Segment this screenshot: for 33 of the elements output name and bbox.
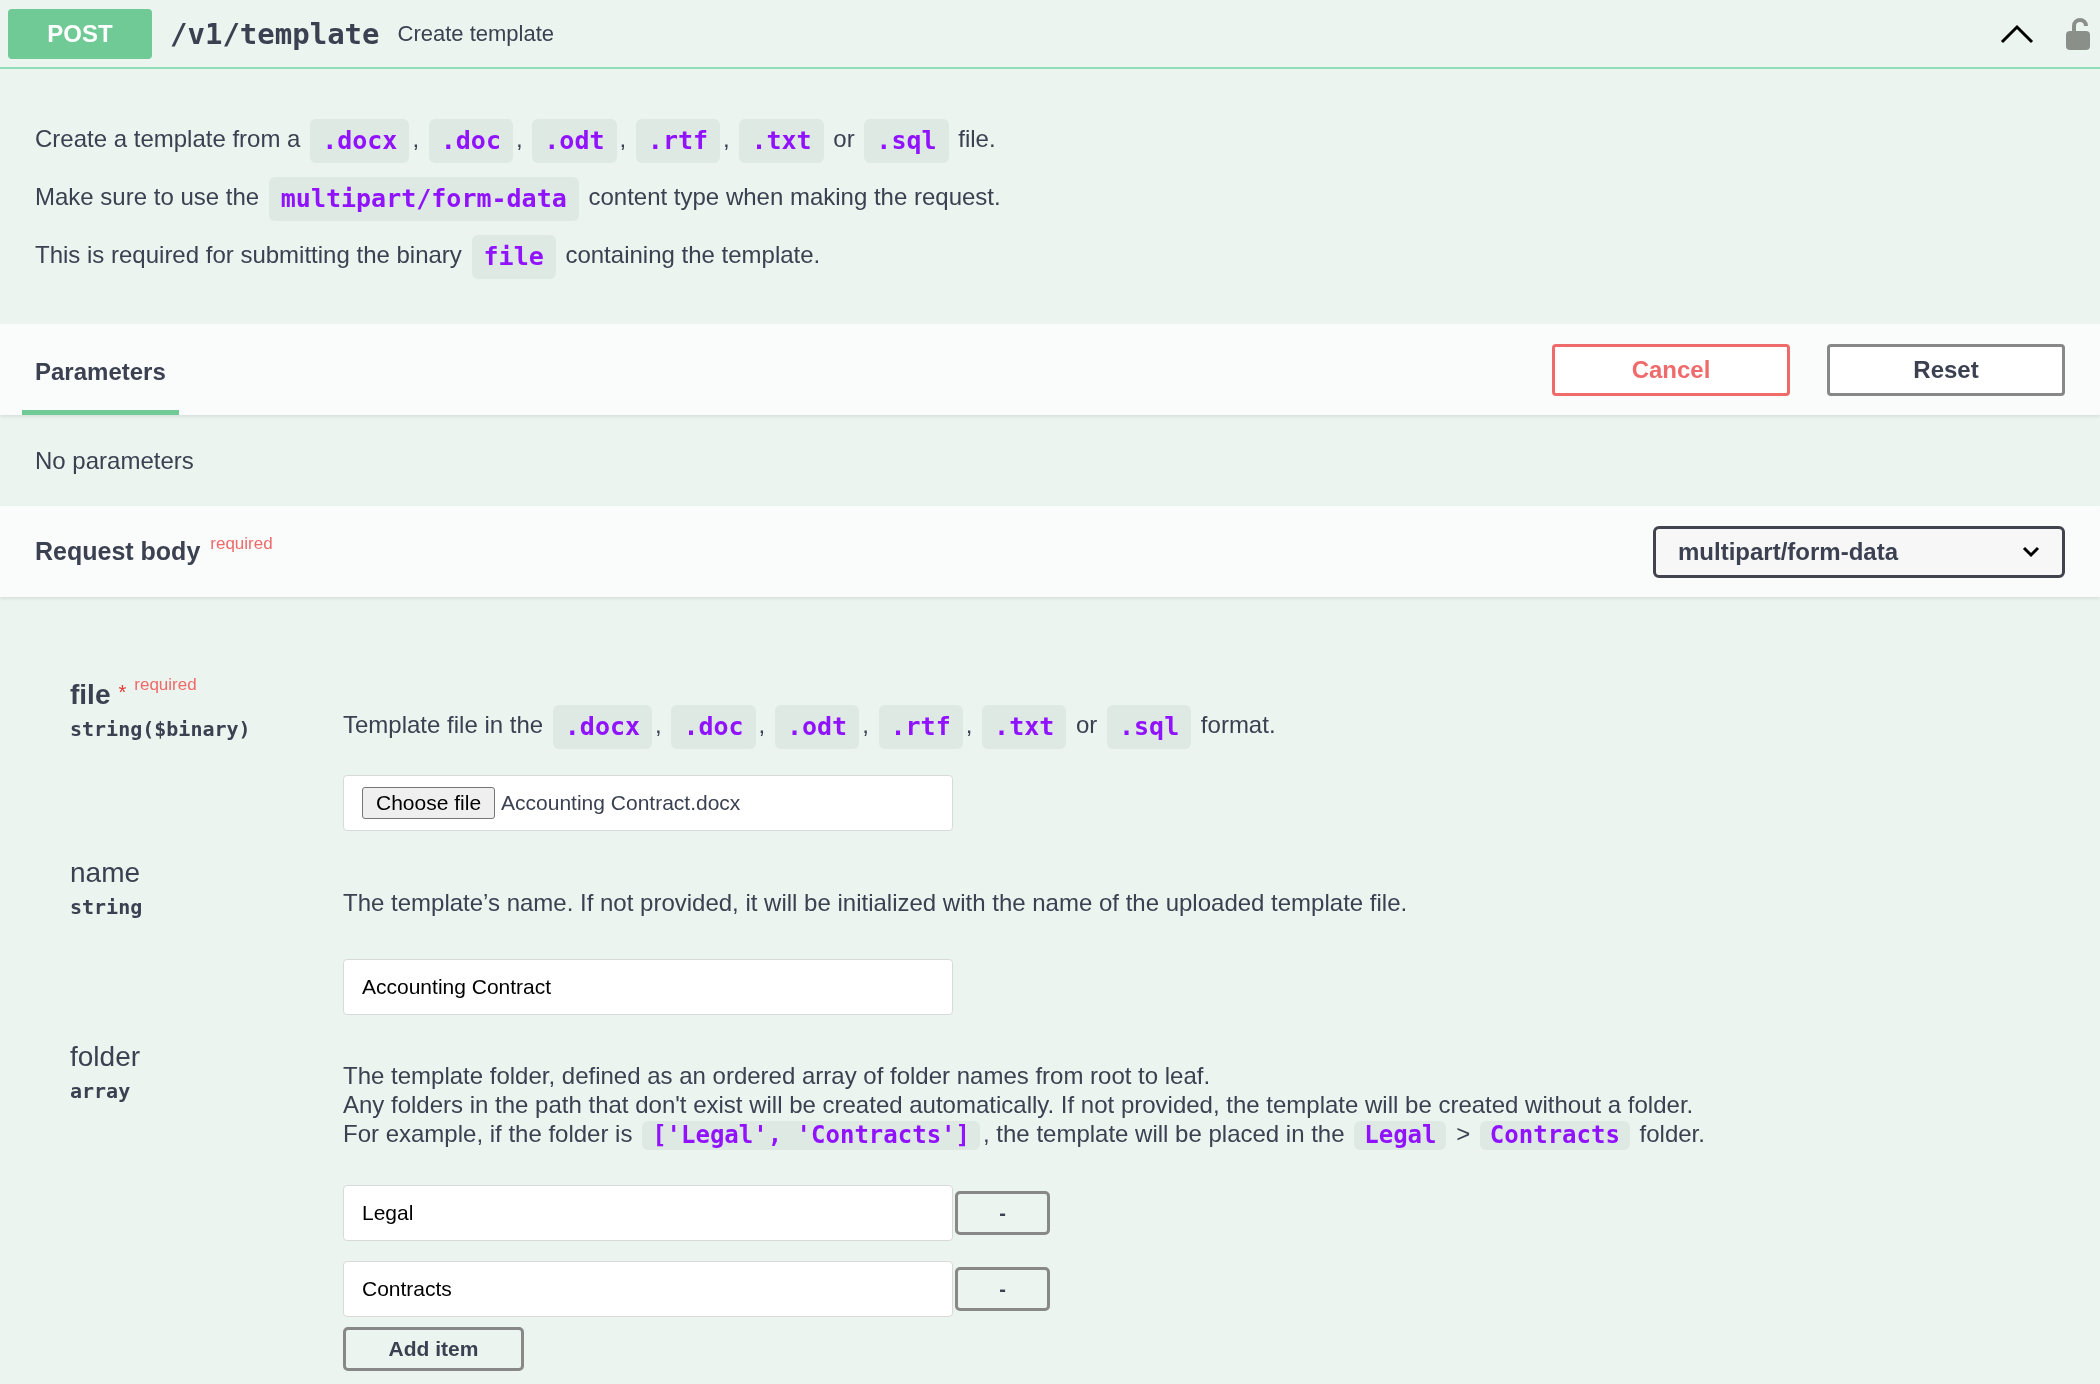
required-label: required [134,675,197,695]
method-badge: POST [8,8,152,59]
file-input-field[interactable]: Choose file Accounting Contract.docx [343,775,953,831]
field-description: Template file in the .docx , .doc , .odt , .rtf , .txt or .sql format. [343,701,2043,749]
reset-button[interactable]: Reset [1827,343,2065,396]
content-type-select[interactable]: multipart/form-data [1653,525,2065,578]
field-type: string($binary) [70,717,252,741]
description-text: Make sure to use the multipart/form-data content type when making the request. [35,173,2065,221]
request-body-title: Request body [35,537,201,566]
remove-item-button[interactable]: - [955,1191,1050,1236]
field-name: folder [70,1041,141,1073]
required-label: required [210,534,273,554]
field-type: string [70,895,144,919]
required-asterisk: * [118,681,127,704]
field-name: file [70,679,111,711]
array-item-field[interactable]: Legal [343,1185,953,1242]
remove-item-button[interactable]: - [955,1267,1050,1312]
add-item-button[interactable]: Add item [343,1327,524,1372]
text-input-field[interactable]: Accounting Contract [343,959,953,1015]
array-item-field[interactable]: Contracts [343,1261,953,1318]
choose-file-button[interactable]: Choose file [362,787,496,819]
parameters-tab[interactable]: Parameters [22,324,179,415]
no-parameters-text: No parameters [34,445,195,476]
description-text: Create a template from a .docx , .doc , .odt , .rtf , .txt or .sql file. [35,115,2065,163]
field-description: The template folder, defined as an ordered array of folder names from root to leaf. Any folders in the path that don't exist will be created automatically. If not provided, the template will be created without a folder. For example, if the folder is ['Legal', 'Contracts'] , the template will be placed in the Legal > Contracts folder. [343,1061,1706,1151]
endpoint-path: /v1/template [170,16,380,51]
file-name: Accounting Contract.docx [501,791,741,815]
description-text: This is required for submitting the binary file containing the template. [35,231,2065,279]
field-name: name [70,857,141,889]
endpoint-summary: Create template [397,20,556,47]
field-description: The template’s name. If not provided, it will be initialized with the name of the uploaded template file. [343,888,1409,918]
field-type: array [70,1079,132,1103]
chevron-down-icon [2022,545,2040,558]
